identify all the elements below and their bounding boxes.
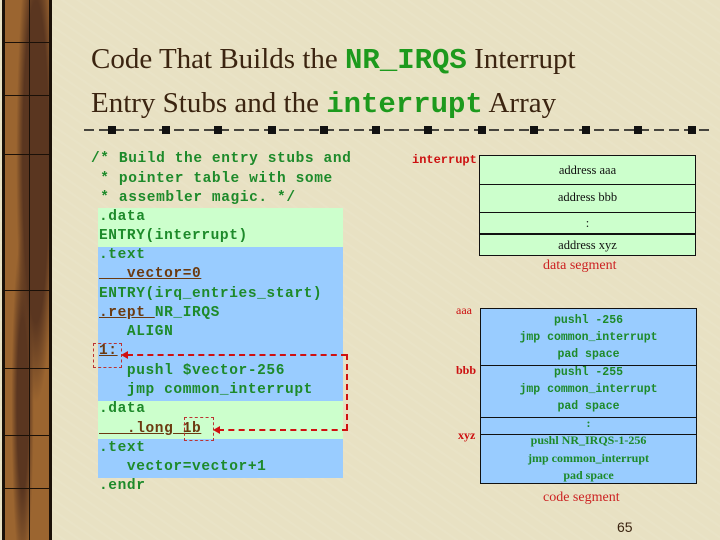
stub-line: jmp common_interrupt bbox=[519, 331, 658, 344]
code-line: vector=vector+1 bbox=[99, 459, 267, 475]
code-line: ENTRY(irq_entries_start) bbox=[99, 286, 323, 302]
label-1-highlight-box bbox=[93, 343, 122, 368]
code-line: .rept NR_IRQS bbox=[99, 305, 220, 321]
ref-1b-highlight-box bbox=[184, 417, 214, 441]
stub-line: pushl NR_IRQS-1-256 bbox=[530, 433, 647, 447]
decorative-sidebar bbox=[2, 0, 52, 540]
code-line: * assembler magic. */ bbox=[91, 190, 296, 206]
reference-arrow-top bbox=[127, 354, 347, 356]
data-segment-frame bbox=[479, 155, 696, 256]
stub-line: : bbox=[586, 416, 591, 430]
stub-line: pad space bbox=[557, 348, 620, 361]
title-code-nr-irqs: NR_IRQS bbox=[345, 44, 467, 77]
stub-line: pushl -255 bbox=[553, 366, 623, 379]
sidebar-grid-line bbox=[5, 435, 49, 436]
code-line: ALIGN bbox=[99, 324, 174, 340]
slide-title: Code That Builds the NR_IRQS Interrupt E… bbox=[91, 38, 691, 126]
code-line: .endr bbox=[99, 478, 146, 494]
code-line: .text bbox=[99, 247, 146, 263]
sidebar-grid-line bbox=[5, 368, 49, 369]
title-text: Entry Stubs and the bbox=[91, 87, 327, 119]
title-text: Interrupt bbox=[466, 43, 576, 75]
sidebar-grid-line bbox=[5, 488, 49, 489]
bbb-label: bbb bbox=[456, 363, 477, 377]
code-segment-table: pushl -256 jmp common_interrupt pad spac… bbox=[480, 308, 697, 484]
code-line: pushl $vector-256 bbox=[99, 363, 286, 379]
stub-line: jmp common_interrupt bbox=[528, 451, 649, 465]
sidebar-grid-line bbox=[5, 95, 49, 96]
reference-arrow-bottom bbox=[218, 429, 348, 431]
code-line: .data bbox=[99, 401, 146, 417]
aaa-label: aaa bbox=[456, 303, 472, 317]
interrupt-label: interrupt bbox=[412, 153, 477, 167]
code-line: * pointer table with some bbox=[91, 171, 333, 187]
stub-line: pad space bbox=[563, 468, 614, 482]
page-number: 65 bbox=[617, 519, 633, 535]
sidebar-grid-line bbox=[29, 0, 30, 540]
title-text: Code That Builds the bbox=[91, 43, 346, 75]
code-line: vector=0 bbox=[99, 266, 202, 282]
code-segment-caption: code segment bbox=[543, 490, 620, 505]
sidebar-grid-line bbox=[5, 290, 49, 291]
sidebar-grid-line bbox=[5, 42, 49, 43]
arrowhead-icon bbox=[121, 351, 128, 359]
reference-arrow-vertical bbox=[346, 354, 348, 430]
stub-line: pad space bbox=[557, 400, 620, 413]
data-segment-caption: data segment bbox=[543, 258, 617, 273]
stub-line: jmp common_interrupt bbox=[519, 383, 658, 396]
code-line: ENTRY(interrupt) bbox=[99, 228, 248, 244]
code-line: .data bbox=[99, 209, 146, 225]
xyz-label: xyz bbox=[458, 428, 476, 442]
code-line: .text bbox=[99, 440, 146, 456]
title-code-interrupt: interrupt bbox=[326, 88, 483, 121]
arrowhead-icon bbox=[213, 426, 220, 434]
title-text: Array bbox=[482, 87, 557, 119]
code-line: jmp common_interrupt bbox=[99, 382, 313, 398]
code-line: /* Build the entry stubs and bbox=[91, 151, 352, 167]
title-divider bbox=[84, 126, 714, 134]
sidebar-grid-line bbox=[5, 154, 49, 155]
stub-line: pushl -256 bbox=[553, 314, 623, 327]
rept-directive: .rept bbox=[99, 305, 155, 321]
